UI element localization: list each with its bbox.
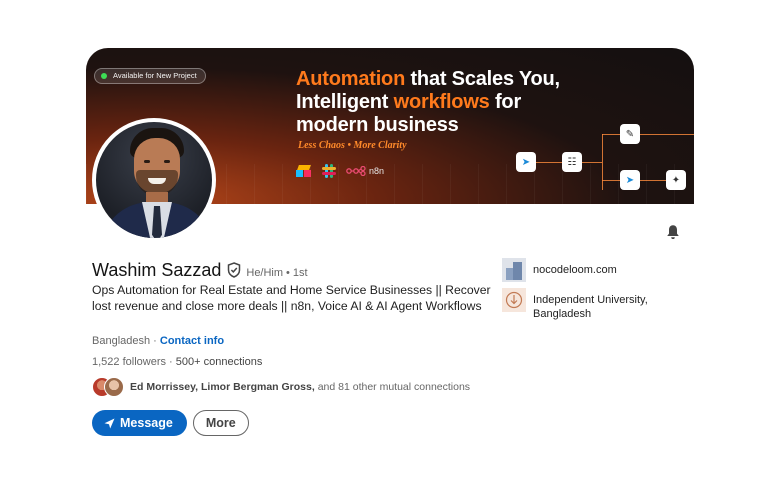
- slack-icon: [322, 164, 336, 178]
- profile-name: Washim Sazzad: [92, 260, 222, 280]
- education-item[interactable]: Independent University, Bangladesh: [502, 288, 692, 321]
- message-label: Message: [120, 416, 173, 430]
- location-row: Bangladesh · Contact info: [92, 335, 224, 347]
- website-link[interactable]: nocodeloom.com: [533, 258, 617, 277]
- headline-accent-2: workflows: [393, 91, 490, 113]
- profile-photo[interactable]: [92, 118, 216, 242]
- profile-actions: Message More: [92, 410, 249, 436]
- n8n-icon: [346, 166, 366, 176]
- mutual-names: Ed Morrissey, Limor Bergman Gross,: [130, 381, 315, 393]
- followers-count[interactable]: 1,522 followers: [92, 356, 166, 368]
- more-button[interactable]: More: [192, 410, 249, 436]
- location-text: Bangladesh: [92, 335, 151, 347]
- connection-degree: 1st: [292, 267, 308, 279]
- send-icon: [104, 418, 115, 428]
- router-node-icon: ☷: [562, 152, 582, 172]
- n8n-label: n8n: [369, 166, 385, 176]
- website-logo-icon: [502, 258, 526, 282]
- verified-shield-icon[interactable]: [227, 262, 241, 278]
- education-label: Independent University, Bangladesh: [533, 294, 648, 320]
- telegram-node-icon: ➤: [516, 152, 536, 172]
- banner-tagline: Less Chaos • More Clarity: [298, 140, 407, 151]
- website-item[interactable]: nocodeloom.com: [502, 258, 692, 282]
- availability-label: Available for New Project: [113, 71, 197, 80]
- university-logo-icon: [502, 288, 526, 312]
- ai-node-icon: ✦: [666, 170, 686, 190]
- edit-node-icon: ✎: [620, 124, 640, 144]
- name-separator: •: [286, 267, 290, 279]
- n8n-logo: n8n: [346, 166, 384, 176]
- headline-line2-start: Intelligent: [296, 91, 394, 113]
- telegram-send-node-icon: ➤: [620, 170, 640, 190]
- profile-card: Available for New Project Automation tha…: [86, 48, 694, 448]
- profile-sidebar: nocodeloom.com Independent University, B…: [502, 258, 692, 327]
- location-separator: ·: [150, 335, 160, 347]
- airtable-icon: [296, 165, 312, 177]
- profile-name-row: Washim Sazzad He/Him • 1st: [92, 260, 308, 281]
- network-stats: 1,522 followers · 500+ connections: [92, 356, 262, 368]
- headline-accent-1: Automation: [296, 68, 406, 90]
- pronouns: He/Him: [246, 267, 284, 279]
- bell-icon[interactable]: [666, 224, 680, 240]
- contact-info-link[interactable]: Contact info: [160, 335, 224, 347]
- mutual-connections-text: Ed Morrissey, Limor Bergman Gross, and 8…: [130, 381, 470, 393]
- headline-line2-end: for: [489, 91, 522, 113]
- stats-separator: ·: [166, 356, 176, 368]
- availability-badge: Available for New Project: [94, 68, 206, 84]
- mutual-connections[interactable]: Ed Morrissey, Limor Bergman Gross, and 8…: [92, 376, 470, 398]
- headline-line1: that Scales You,: [405, 68, 560, 90]
- mutual-avatar-2: [104, 377, 124, 397]
- connections-count[interactable]: 500+ connections: [176, 356, 263, 368]
- message-button[interactable]: Message: [92, 410, 187, 436]
- mutual-rest: and 81 other mutual connections: [314, 381, 471, 393]
- status-dot-icon: [101, 73, 107, 79]
- tool-logos: n8n: [296, 164, 384, 178]
- profile-headline: Ops Automation for Real Estate and Home …: [92, 283, 491, 313]
- workflow-diagram: ➤ ☷ ✎ ➤ ✦: [512, 122, 694, 202]
